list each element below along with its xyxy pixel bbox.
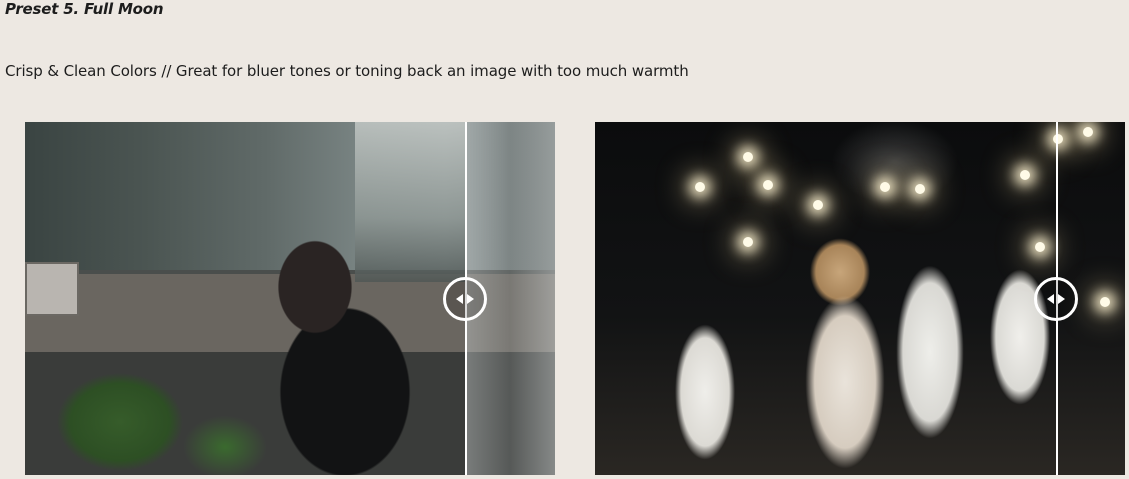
sparkler-decor <box>743 152 753 162</box>
sparkler-decor <box>813 200 823 210</box>
sparkler-decor <box>743 237 753 247</box>
preset-description: Crisp & Clean Colors // Great for bluer … <box>5 62 689 80</box>
before-after-slider-wedding[interactable] <box>595 122 1125 475</box>
sparkler-decor <box>880 182 890 192</box>
sparkler-decor <box>1053 134 1063 144</box>
sparkler-decor <box>915 184 925 194</box>
sparkler-decor <box>763 180 773 190</box>
microwave-decor <box>25 262 79 316</box>
sparkler-decor <box>1020 170 1030 180</box>
sparkler-decor <box>1083 127 1093 137</box>
window-decor <box>355 122 465 282</box>
left-right-arrows-icon <box>456 294 474 304</box>
sparkler-decor <box>1100 297 1110 307</box>
slider-handle[interactable] <box>1034 277 1078 321</box>
slider-handle[interactable] <box>443 277 487 321</box>
sparkler-decor <box>695 182 705 192</box>
left-right-arrows-icon <box>1047 294 1065 304</box>
before-after-slider-portrait[interactable] <box>25 122 555 475</box>
sparkler-decor <box>1035 242 1045 252</box>
preset-title: Preset 5. Full Moon <box>5 0 164 18</box>
